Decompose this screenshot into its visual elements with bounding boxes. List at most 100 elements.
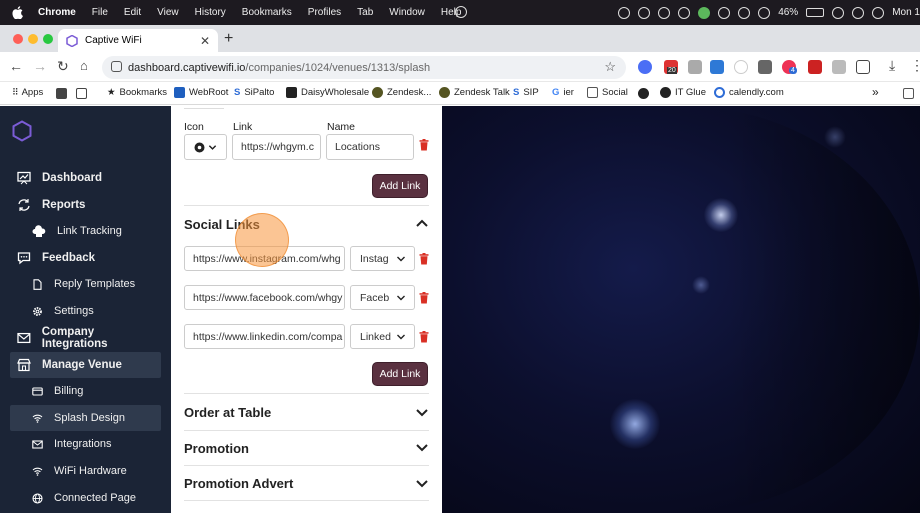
user-icon[interactable] bbox=[872, 6, 885, 19]
extension-pen-icon[interactable] bbox=[688, 60, 702, 74]
sidebar-item-manage-venue[interactable]: Manage Venue bbox=[10, 352, 161, 378]
sync-icon[interactable] bbox=[658, 6, 671, 19]
promotion-advert-heading[interactable]: Promotion Advert bbox=[184, 476, 293, 491]
more-bookmarks-icon[interactable]: » bbox=[872, 85, 879, 99]
bookmark-folder-bookmarks[interactable]: ★ Bookmarks bbox=[107, 87, 167, 98]
sidebar-item-splash-design[interactable]: Splash Design bbox=[10, 405, 161, 431]
sidebar-item-link-tracking[interactable]: Link Tracking bbox=[10, 218, 161, 244]
new-tab-button[interactable]: + bbox=[224, 30, 233, 48]
sidebar-item-feedback[interactable]: Feedback bbox=[10, 245, 161, 271]
bookmark-apps[interactable]: ⠿ Apps bbox=[12, 87, 43, 98]
menu-history[interactable]: History bbox=[195, 7, 226, 18]
chevron-down-icon[interactable] bbox=[415, 443, 429, 453]
bookmark-grid-icon[interactable] bbox=[76, 88, 87, 99]
delete-trash-icon[interactable] bbox=[419, 253, 429, 265]
section-divider bbox=[184, 205, 429, 206]
bookmark-calendly[interactable]: calendly.com bbox=[714, 87, 784, 98]
extension-red-icon[interactable] bbox=[808, 60, 822, 74]
menu-bookmarks[interactable]: Bookmarks bbox=[242, 7, 292, 18]
bookmark-zendesk-talk[interactable]: Zendesk Talk bbox=[439, 87, 510, 98]
add-social-link-button[interactable]: Add Link bbox=[372, 362, 428, 386]
play-icon[interactable] bbox=[738, 6, 751, 19]
extensions-puzzle-icon[interactable] bbox=[856, 60, 870, 74]
forward-icon[interactable]: → bbox=[33, 58, 47, 74]
link-url-field[interactable]: https://whgym.c bbox=[232, 134, 321, 160]
extension-arrow-icon[interactable] bbox=[710, 60, 724, 74]
menu-profiles[interactable]: Profiles bbox=[308, 7, 341, 18]
sidebar-item-reply-templates[interactable]: Reply Templates bbox=[10, 271, 161, 297]
social-platform-select-instagram[interactable]: Instag bbox=[350, 246, 415, 271]
social-url-field-linkedin[interactable]: https://www.linkedin.com/compa bbox=[184, 324, 345, 349]
bookmark-dark-circle-icon[interactable] bbox=[638, 88, 649, 99]
delete-trash-icon[interactable] bbox=[419, 331, 429, 343]
menu-view[interactable]: View bbox=[157, 7, 179, 18]
menu-icon[interactable]: ⋮ bbox=[910, 57, 920, 74]
extension-circle-icon[interactable] bbox=[734, 60, 748, 74]
battery-icon[interactable] bbox=[806, 8, 825, 17]
social-platform-select-linkedin[interactable]: Linked bbox=[350, 324, 415, 349]
apple-icon[interactable] bbox=[12, 6, 23, 19]
add-link-button[interactable]: Add Link bbox=[372, 174, 428, 198]
wifi-icon[interactable] bbox=[832, 6, 845, 19]
section-divider bbox=[184, 430, 429, 431]
chevron-down-icon[interactable] bbox=[415, 408, 429, 418]
minimize-window-button[interactable] bbox=[28, 34, 38, 44]
bookmark-zendesk[interactable]: Zendesk... bbox=[372, 87, 431, 98]
zoom-window-button[interactable] bbox=[43, 34, 53, 44]
sidebar-item-billing[interactable]: Billing bbox=[10, 378, 161, 404]
extension-gear-icon[interactable] bbox=[638, 60, 652, 74]
green-status-icon[interactable] bbox=[698, 6, 711, 19]
sidebar-item-wifi-hardware[interactable]: WiFi Hardware bbox=[10, 458, 161, 484]
bookmark-google[interactable]: Gier bbox=[552, 87, 574, 98]
shield-icon[interactable] bbox=[718, 6, 731, 19]
sidebar-item-dashboard[interactable]: Dashboard bbox=[10, 165, 161, 191]
close-tab-icon[interactable]: ✕ bbox=[200, 34, 210, 48]
chevron-up-icon[interactable] bbox=[415, 218, 429, 228]
layers-icon[interactable] bbox=[618, 6, 631, 19]
back-icon[interactable]: ← bbox=[9, 58, 23, 74]
chevron-down-icon[interactable] bbox=[415, 479, 429, 489]
bookmark-social[interactable]: Social bbox=[587, 87, 628, 98]
bookmark-daisywholesale[interactable]: DaisyWholesale bbox=[286, 87, 369, 98]
social-platform-select-facebook[interactable]: Faceb bbox=[350, 285, 415, 310]
delete-trash-icon[interactable] bbox=[419, 292, 429, 304]
delete-trash-icon[interactable] bbox=[419, 139, 429, 151]
download-icon[interactable]: ⤓ bbox=[889, 57, 895, 74]
icon-select[interactable] bbox=[184, 134, 227, 160]
site-info-icon[interactable] bbox=[111, 61, 122, 72]
home-icon[interactable]: ⌂ bbox=[80, 58, 88, 73]
menu-edit[interactable]: Edit bbox=[124, 7, 141, 18]
close-window-button[interactable] bbox=[13, 34, 23, 44]
record-icon[interactable] bbox=[455, 6, 467, 18]
reload-icon[interactable]: ↻ bbox=[57, 58, 69, 75]
menu-file[interactable]: File bbox=[92, 7, 108, 18]
other-bookmarks-folder-icon[interactable] bbox=[903, 88, 914, 99]
brand-hexagon-logo-icon[interactable] bbox=[11, 120, 33, 142]
bookmark-webroot[interactable]: WebRoot bbox=[174, 87, 228, 98]
menu-window[interactable]: Window bbox=[389, 7, 425, 18]
mute-icon[interactable] bbox=[758, 6, 771, 19]
menu-tab[interactable]: Tab bbox=[357, 7, 373, 18]
bookmark-square-icon[interactable] bbox=[56, 88, 67, 99]
menu-app-name[interactable]: Chrome bbox=[38, 7, 76, 18]
extension-box-icon[interactable] bbox=[758, 60, 772, 74]
bookmark-sipalto[interactable]: S SiPalto bbox=[234, 87, 274, 98]
social-url-field-facebook[interactable]: https://www.facebook.com/whgy bbox=[184, 285, 345, 310]
control-center-icon[interactable] bbox=[852, 6, 865, 19]
order-at-table-heading[interactable]: Order at Table bbox=[184, 405, 271, 420]
sidebar-item-settings[interactable]: Settings bbox=[10, 298, 161, 324]
bookmark-star-icon[interactable]: ☆ bbox=[604, 59, 616, 75]
bookmark-it-glue[interactable]: IT Glue bbox=[660, 87, 706, 98]
bookmark-sip[interactable]: S SIP bbox=[513, 87, 539, 98]
extension-grey-icon[interactable] bbox=[832, 60, 846, 74]
flag-icon[interactable] bbox=[638, 6, 651, 19]
promotion-heading[interactable]: Promotion bbox=[184, 441, 249, 456]
tab-captive-wifi[interactable]: Captive WiFi ✕ bbox=[58, 29, 218, 52]
link-name-field[interactable]: Locations bbox=[326, 134, 414, 160]
info-icon[interactable] bbox=[678, 6, 691, 19]
sidebar-item-reports[interactable]: Reports bbox=[10, 192, 161, 218]
sidebar-item-connected-page[interactable]: Connected Page bbox=[10, 485, 161, 511]
sidebar-item-company-integrations[interactable]: Company Integrations bbox=[10, 325, 161, 351]
address-bar[interactable]: dashboard.captivewifi.io/companies/1024/… bbox=[102, 56, 626, 79]
sidebar-item-integrations[interactable]: Integrations bbox=[10, 431, 161, 457]
